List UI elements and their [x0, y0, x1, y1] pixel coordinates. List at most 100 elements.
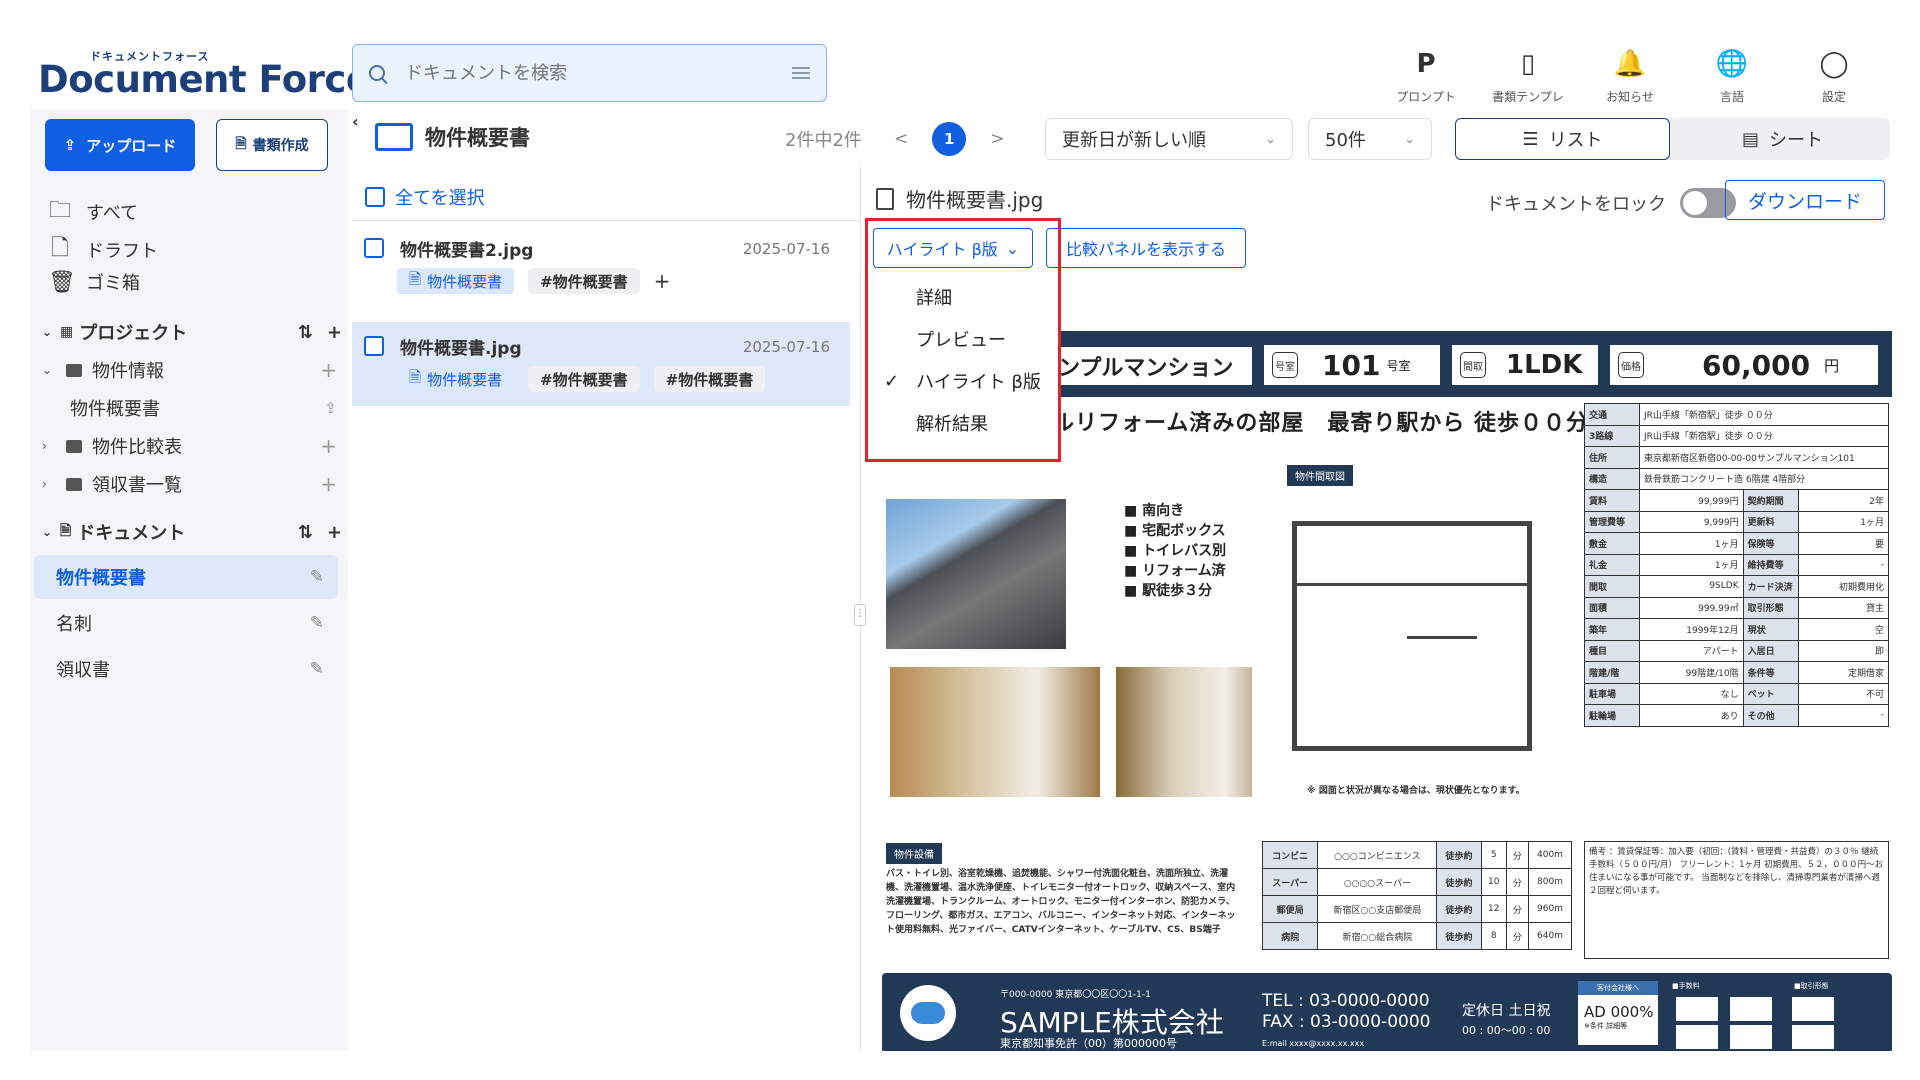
- filter-menu-icon[interactable]: [792, 67, 810, 79]
- doc-room-value: 101: [1322, 348, 1381, 382]
- fee-box: [1730, 1025, 1772, 1049]
- download-button[interactable]: ダウンロード: [1725, 180, 1885, 220]
- menu-item-analysis[interactable]: 解析結果: [868, 404, 1058, 442]
- tree-label: 物件概要書: [70, 399, 160, 420]
- menu-item-highlight[interactable]: ✓ ハイライト β版: [868, 362, 1058, 400]
- doc-price-label: 価格: [1618, 352, 1644, 378]
- chevron-down-icon[interactable]: ⌄: [42, 363, 60, 377]
- document-section-header[interactable]: ⌄ 🗎 ドキュメント ⇅ +: [42, 519, 342, 545]
- page-number[interactable]: 1: [932, 122, 967, 156]
- table-cell: 12: [1480, 895, 1507, 923]
- user-icon: ◯: [1819, 49, 1849, 79]
- table-cell: 徒歩約: [1436, 922, 1482, 950]
- top-nav-bell[interactable]: 🔔 お知らせ: [1584, 44, 1676, 105]
- table-cell: 構造: [1584, 467, 1640, 490]
- search-input[interactable]: [405, 62, 792, 84]
- upload-button[interactable]: ⇪ アップロード: [45, 119, 195, 171]
- top-nav-template[interactable]: ▯ 書類テンプレ: [1482, 44, 1574, 105]
- top-nav-prompt[interactable]: P プロンプト: [1380, 44, 1472, 105]
- select-all-checkbox[interactable]: [365, 187, 385, 207]
- doc-room-label: 号室: [1272, 352, 1298, 378]
- resize-handle[interactable]: ⋮: [854, 604, 866, 626]
- table-cell: 99階建/10階: [1639, 661, 1744, 684]
- sidebar-item-property-summary[interactable]: 物件概要書 ✎: [34, 555, 338, 599]
- item-checkbox[interactable]: [364, 336, 384, 356]
- tree-item-property-compare[interactable]: › 物件比較表 +: [42, 433, 337, 459]
- document-section-label: ドキュメント: [77, 523, 186, 544]
- tree-item-receipt-list[interactable]: › 領収書一覧 +: [42, 471, 337, 497]
- search-bar[interactable]: [352, 44, 827, 102]
- item-checkbox[interactable]: [364, 238, 384, 258]
- view-list-button[interactable]: ☰ リスト: [1455, 118, 1670, 160]
- add-tag-button[interactable]: +: [654, 269, 671, 293]
- hash-tag[interactable]: #物件概要書: [528, 366, 640, 392]
- nav-draft[interactable]: 🗋 ドラフト: [48, 231, 158, 269]
- menu-item-detail[interactable]: 詳細: [868, 278, 1058, 316]
- add-icon[interactable]: +: [320, 358, 337, 382]
- table-cell: ペット: [1742, 682, 1799, 705]
- table-cell: 分: [1505, 895, 1529, 923]
- upload-icon[interactable]: ⇪: [324, 399, 337, 417]
- sort-icon[interactable]: ⇅: [298, 522, 313, 543]
- list-icon: ☰: [1522, 128, 1539, 150]
- chevron-right-icon[interactable]: ›: [42, 477, 60, 491]
- company-address: 〒000-0000 東京都〇〇区〇〇1-1-1: [1000, 990, 1151, 1000]
- per-page-select[interactable]: 50件 ⌄: [1308, 118, 1432, 160]
- chevron-down-icon[interactable]: ⌄: [42, 525, 60, 539]
- table-cell: 8: [1480, 922, 1507, 950]
- chevron-right-icon[interactable]: ›: [42, 439, 60, 453]
- table-cell: 分: [1505, 841, 1529, 869]
- project-section-header[interactable]: ⌄ ▦ プロジェクト ⇅ +: [42, 319, 342, 345]
- document-icon: 🗎: [409, 269, 422, 288]
- next-page-button[interactable]: >: [990, 129, 1004, 149]
- divider: [352, 220, 860, 221]
- create-document-button[interactable]: 🗎 書類作成: [216, 119, 328, 171]
- menu-item-preview[interactable]: プレビュー: [868, 320, 1058, 358]
- sidebar-item-label: 領収書: [56, 660, 110, 681]
- select-all[interactable]: 全てを選択: [365, 184, 485, 210]
- sort-icon[interactable]: ⇅: [298, 322, 313, 343]
- collapse-sidebar-button[interactable]: ‹: [352, 112, 370, 142]
- table-cell: 要: [1797, 532, 1890, 555]
- add-icon[interactable]: +: [320, 472, 337, 496]
- add-document-type-button[interactable]: +: [327, 522, 342, 543]
- hash-tag[interactable]: #物件概要書: [528, 268, 640, 294]
- table-cell: 400m: [1527, 841, 1573, 869]
- nav-all[interactable]: 🗀 すべて: [48, 193, 138, 231]
- edit-icon[interactable]: ✎: [310, 567, 324, 587]
- doc-room-unit: 号室: [1386, 358, 1411, 373]
- sidebar-item-business-card[interactable]: 名刺 ✎: [34, 601, 338, 645]
- menu-item-label: 詳細: [916, 288, 952, 309]
- table-cell: 間取: [1584, 575, 1640, 598]
- tree-item-property-summary[interactable]: 物件概要書 ⇪: [70, 395, 337, 421]
- view-toggle: ☰ リスト ▤ シート: [1455, 118, 1890, 160]
- sort-select[interactable]: 更新日が新しい順 ⌄: [1045, 118, 1293, 160]
- list-item[interactable]: 物件概要書.jpg 2025-07-16 🗎 物件概要書 #物件概要書 #物件概要…: [352, 322, 850, 406]
- sidebar-item-receipt[interactable]: 領収書 ✎: [34, 647, 338, 691]
- view-sheet-button[interactable]: ▤ シート: [1675, 118, 1890, 160]
- table-cell: 賃料: [1584, 489, 1640, 512]
- edit-icon[interactable]: ✎: [310, 613, 324, 633]
- top-nav-user[interactable]: ◯ 設定: [1788, 44, 1880, 105]
- upload-label: アップロード: [86, 136, 177, 155]
- nav-trash[interactable]: 🗑 ゴミ箱: [48, 269, 140, 295]
- company-phone: TEL : 03-0000-0000 FAX : 03-0000-0000: [1262, 991, 1430, 1033]
- create-label: 書類作成: [252, 138, 309, 154]
- top-nav-globe[interactable]: 🌐 言語: [1686, 44, 1778, 105]
- edit-icon[interactable]: ✎: [310, 659, 324, 679]
- view-mode-dropdown[interactable]: ハイライト β版 ⌄: [873, 228, 1033, 268]
- doc-type-tag[interactable]: 🗎 物件概要書: [397, 268, 515, 294]
- chevron-down-icon[interactable]: ⌄: [42, 325, 60, 339]
- table-row: 礼金 1ヶ月 維持費等 -: [1584, 553, 1890, 576]
- add-icon[interactable]: +: [320, 434, 337, 458]
- tree-item-property-info[interactable]: ⌄ 物件情報 +: [42, 357, 337, 383]
- add-project-button[interactable]: +: [327, 322, 342, 343]
- prev-page-button[interactable]: <: [894, 129, 908, 149]
- hash-tag[interactable]: #物件概要書: [653, 366, 766, 392]
- doc-type-tag[interactable]: 🗎 物件概要書: [397, 366, 515, 392]
- doc-layout-label: 間取: [1460, 352, 1486, 378]
- list-item[interactable]: 物件概要書2.jpg 2025-07-16 🗎 物件概要書 #物件概要書 +: [352, 224, 850, 308]
- table-cell: 鉄骨鉄筋コンクリート造 6階建 4階部分: [1639, 467, 1889, 490]
- compare-panel-button[interactable]: 比較パネルを表示する: [1046, 228, 1246, 268]
- logo[interactable]: ドキュメントフォース Document Force: [38, 48, 371, 108]
